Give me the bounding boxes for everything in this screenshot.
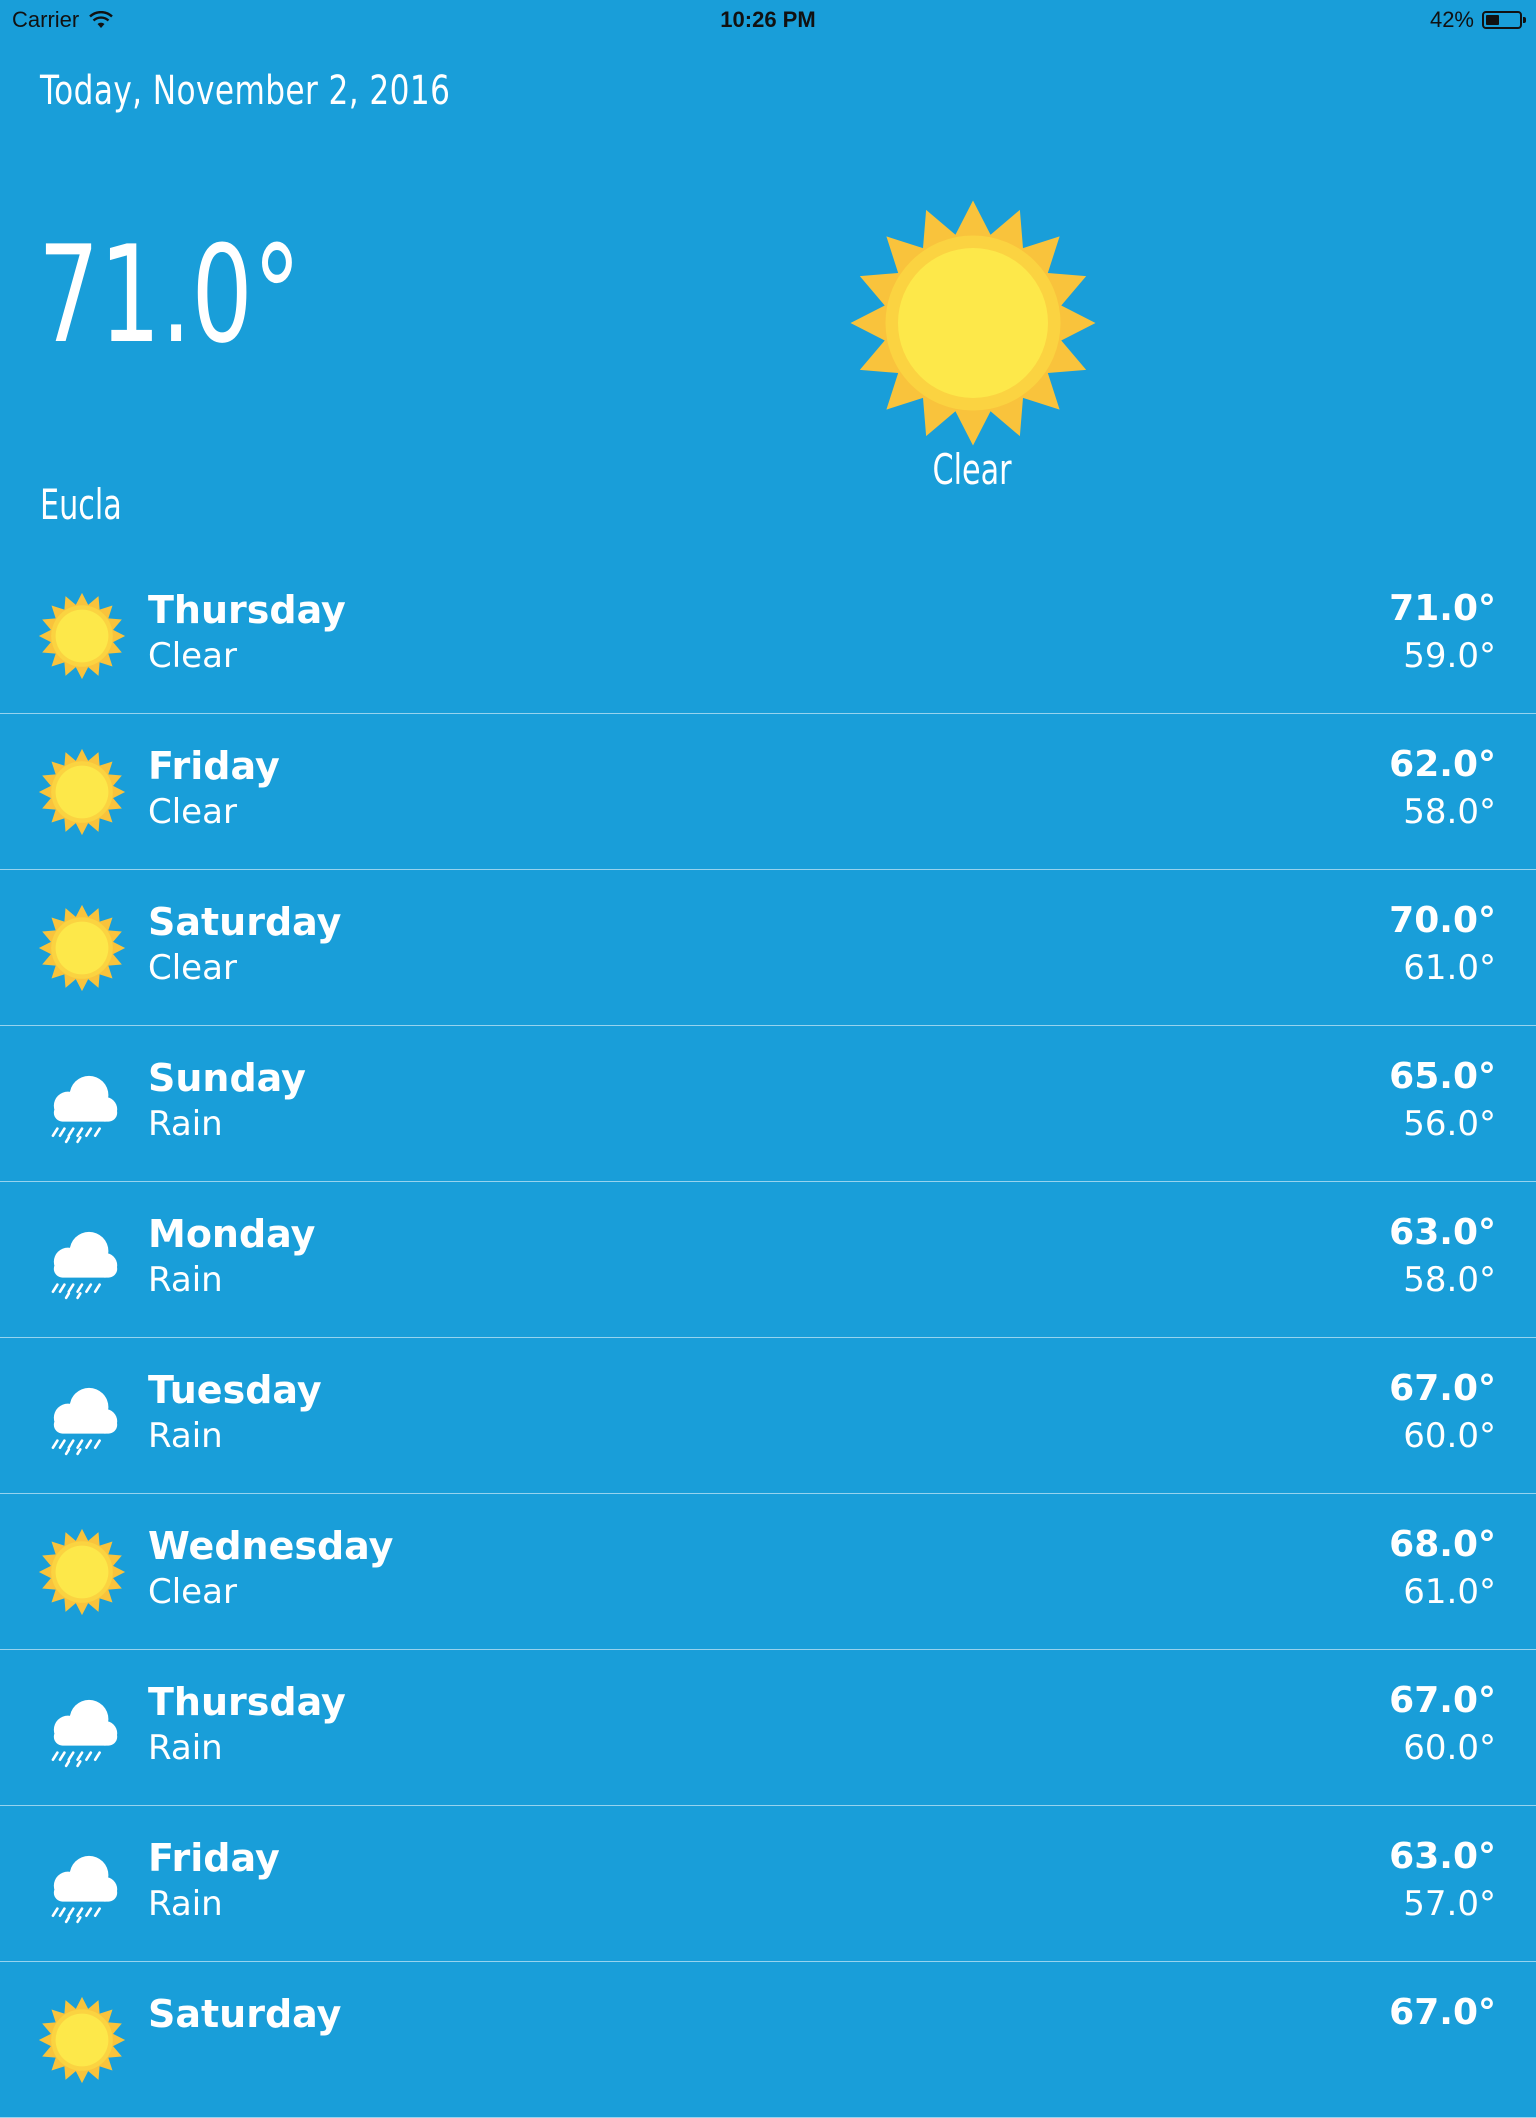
forecast-high-temp: 68.0°	[1389, 1524, 1496, 1565]
status-bar: Carrier 10:26 PM 42%	[0, 0, 1536, 40]
forecast-condition: Clear	[148, 1572, 237, 1612]
forecast-high-temp: 67.0°	[1389, 1992, 1496, 2033]
forecast-low-temp: 61.0°	[1403, 948, 1496, 988]
forecast-day: Wednesday	[148, 1524, 394, 1568]
location-label: Eucla	[40, 480, 122, 529]
forecast-high-temp: 71.0°	[1389, 588, 1496, 629]
forecast-low-temp: 60.0°	[1403, 1728, 1496, 1768]
sun-icon	[848, 198, 1098, 448]
forecast-condition: Rain	[148, 1728, 223, 1768]
current-condition: Clear	[932, 445, 1012, 494]
forecast-low-temp: 57.0°	[1403, 1884, 1496, 1924]
forecast-row[interactable]: Tuesday Rain 67.0° 60.0°	[0, 1338, 1536, 1494]
forecast-high-temp: 63.0°	[1389, 1212, 1496, 1253]
forecast-low-temp: 56.0°	[1403, 1104, 1496, 1144]
forecast-high-temp: 70.0°	[1389, 900, 1496, 941]
forecast-high-temp: 62.0°	[1389, 744, 1496, 785]
rain-cloud-icon	[38, 1060, 126, 1148]
forecast-row[interactable]: Monday Rain 63.0° 58.0°	[0, 1182, 1536, 1338]
forecast-day: Saturday	[148, 1992, 342, 2036]
sun-icon	[38, 592, 126, 680]
forecast-condition: Rain	[148, 1104, 223, 1144]
forecast-condition: Clear	[148, 636, 237, 676]
forecast-high-temp: 67.0°	[1389, 1680, 1496, 1721]
forecast-day: Tuesday	[148, 1368, 322, 1412]
status-time: 10:26 PM	[720, 7, 816, 32]
forecast-row[interactable]: Sunday Rain 65.0° 56.0°	[0, 1026, 1536, 1182]
forecast-low-temp: 60.0°	[1403, 1416, 1496, 1456]
forecast-high-temp: 63.0°	[1389, 1836, 1496, 1877]
forecast-day: Thursday	[148, 1680, 346, 1724]
rain-cloud-icon	[38, 1684, 126, 1772]
date-label: Today, November 2, 2016	[40, 68, 451, 114]
forecast-low-temp: 59.0°	[1403, 636, 1496, 676]
forecast-row[interactable]: Friday Clear 62.0° 58.0°	[0, 714, 1536, 870]
forecast-high-temp: 67.0°	[1389, 1368, 1496, 1409]
forecast-list[interactable]: Thursday Clear 71.0° 59.0° Friday Clear 62.0° 5…	[0, 558, 1536, 2118]
forecast-low-temp: 58.0°	[1403, 792, 1496, 832]
battery-icon	[1482, 11, 1526, 29]
forecast-row[interactable]: Friday Rain 63.0° 57.0°	[0, 1806, 1536, 1962]
forecast-high-temp: 65.0°	[1389, 1056, 1496, 1097]
forecast-day: Monday	[148, 1212, 316, 1256]
rain-cloud-icon	[38, 1840, 126, 1928]
forecast-row[interactable]: Thursday Rain 67.0° 60.0°	[0, 1650, 1536, 1806]
forecast-row[interactable]: Thursday Clear 71.0° 59.0°	[0, 558, 1536, 714]
forecast-day: Sunday	[148, 1056, 306, 1100]
forecast-condition: Clear	[148, 792, 237, 832]
forecast-condition: Clear	[148, 948, 237, 988]
sun-icon	[38, 1528, 126, 1616]
forecast-day: Saturday	[148, 900, 342, 944]
forecast-day: Friday	[148, 744, 280, 788]
forecast-low-temp: 58.0°	[1403, 1260, 1496, 1300]
forecast-day: Friday	[148, 1836, 280, 1880]
forecast-low-temp: 61.0°	[1403, 1572, 1496, 1612]
rain-cloud-icon	[38, 1216, 126, 1304]
forecast-row[interactable]: Wednesday Clear 68.0° 61.0°	[0, 1494, 1536, 1650]
forecast-condition: Rain	[148, 1260, 223, 1300]
current-temperature: 71.0°	[38, 217, 302, 373]
forecast-day: Thursday	[148, 588, 346, 632]
sun-icon	[38, 748, 126, 836]
forecast-row[interactable]: Saturday 67.0°	[0, 1962, 1536, 2118]
status-right: 42%	[1429, 7, 1526, 33]
sun-icon	[38, 904, 126, 992]
sun-icon	[38, 1996, 126, 2084]
battery-percent: 42%	[1429, 7, 1474, 32]
battery-fill	[1486, 15, 1500, 25]
forecast-condition: Rain	[148, 1884, 223, 1924]
forecast-row[interactable]: Saturday Clear 70.0° 61.0°	[0, 870, 1536, 1026]
forecast-condition: Rain	[148, 1416, 223, 1456]
rain-cloud-icon	[38, 1372, 126, 1460]
